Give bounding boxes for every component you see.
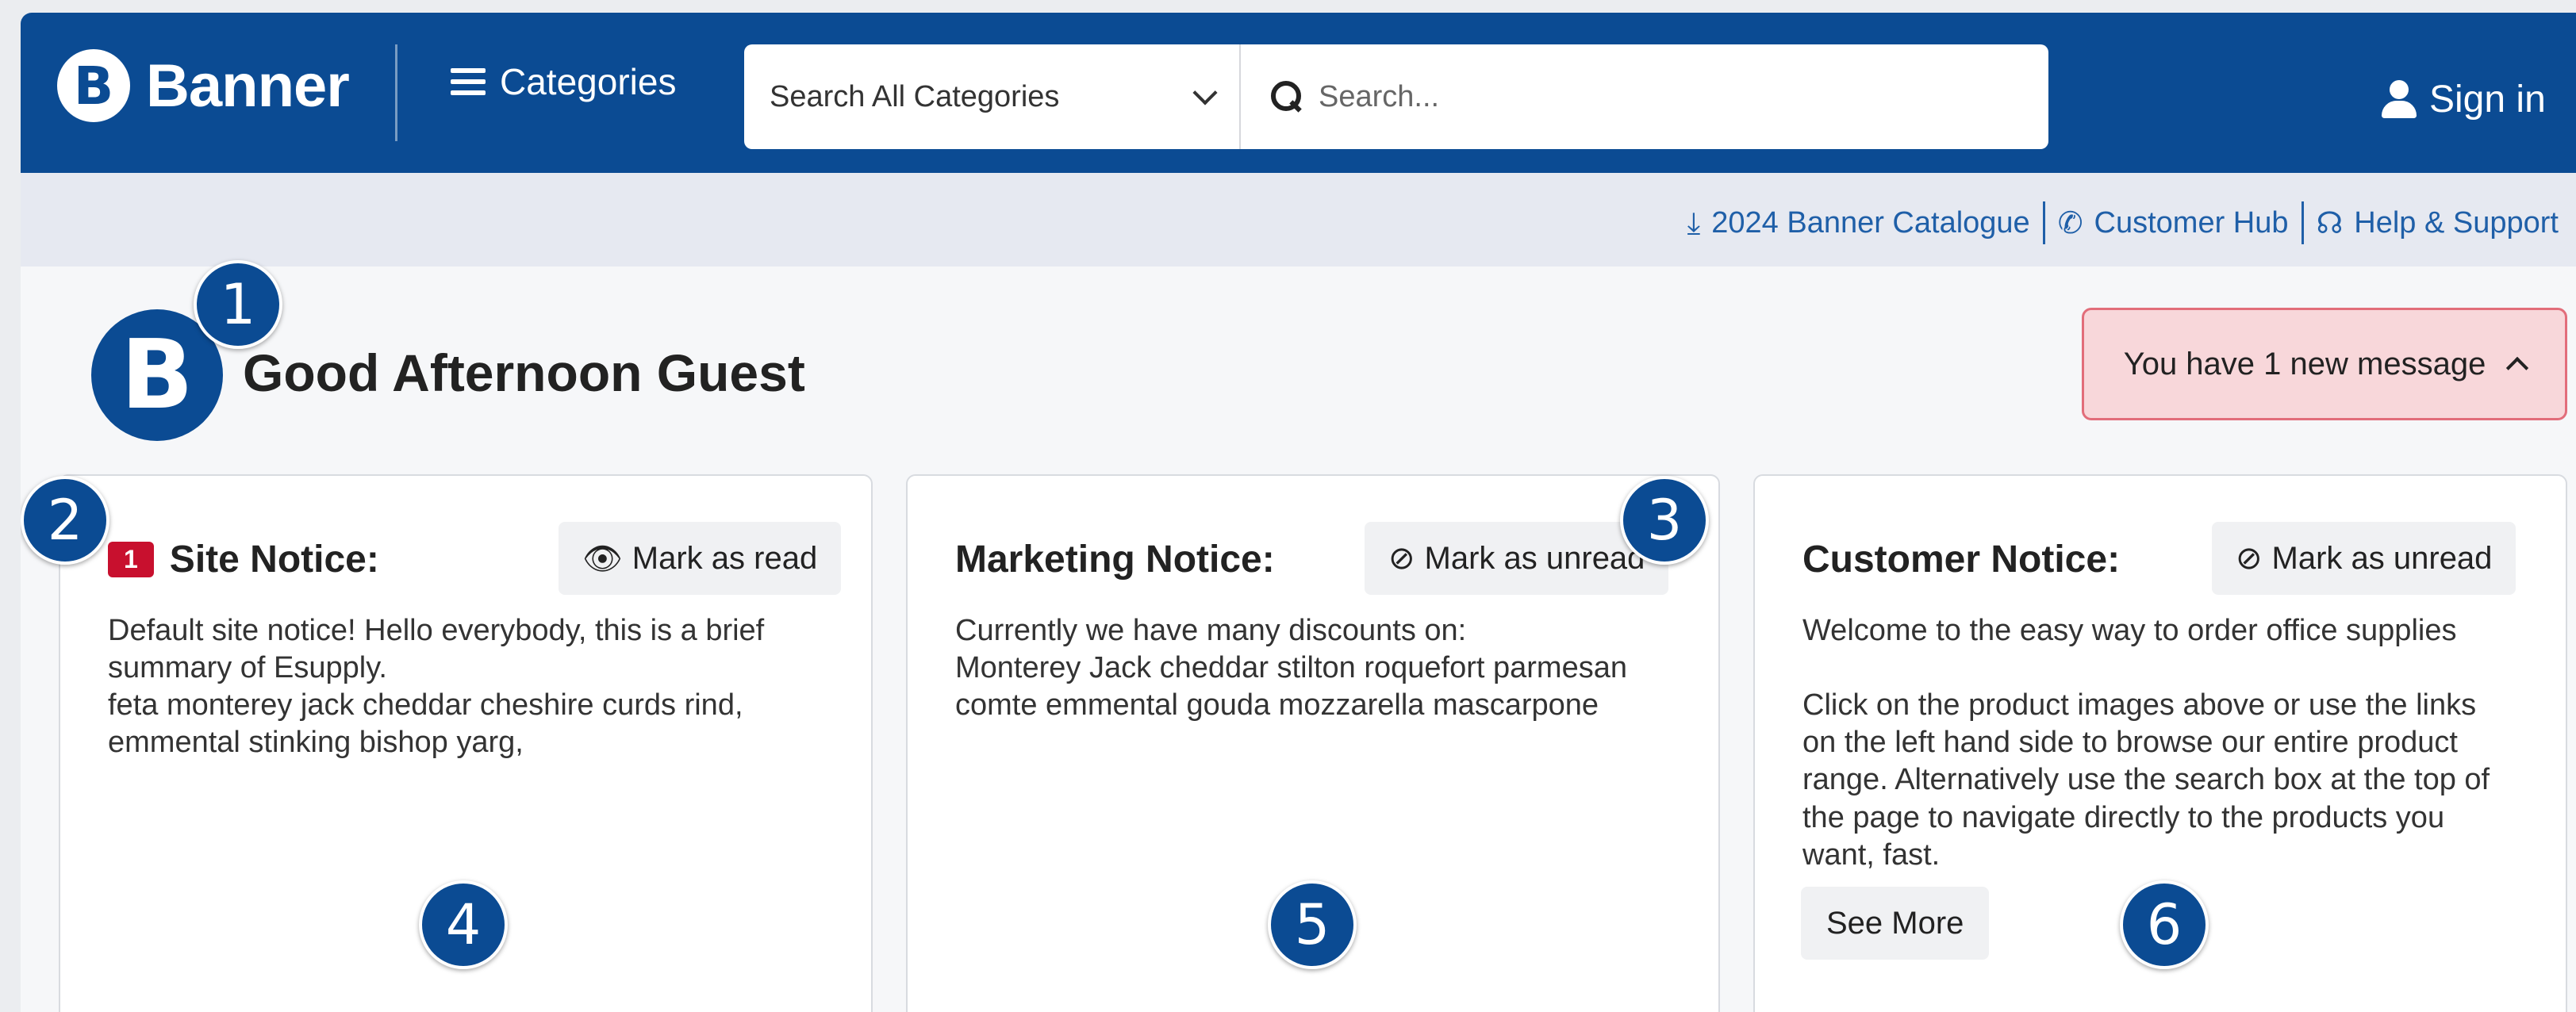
quicklink-catalogue[interactable]: ⤓ 2024 Banner Catalogue (1674, 205, 2042, 241)
header-divider (395, 44, 397, 141)
quick-links-bar: ⤓ 2024 Banner Catalogue ✆ Customer Hub ☊… (21, 173, 2576, 266)
chevron-up-icon (2506, 356, 2529, 380)
annotation-marker: 1 (194, 260, 282, 349)
brand-mark-icon: B (57, 49, 130, 122)
search-icon[interactable] (1271, 81, 1303, 113)
sign-in-label: Sign in (2429, 79, 2546, 121)
annotation-marker: 2 (21, 476, 109, 565)
search-input[interactable] (1319, 79, 1953, 114)
card-title-text: Site Notice: (169, 539, 379, 581)
annotation-marker: 3 (1620, 476, 1709, 565)
download-icon: ⤓ (1687, 205, 1701, 240)
search-bar: Search All Categories (744, 44, 2048, 149)
annotation-marker: 5 (1268, 880, 1357, 969)
categories-label: Categories (500, 61, 677, 102)
quicklink-customer-hub[interactable]: ✆ Customer Hub (2045, 205, 2302, 240)
new-message-toggle[interactable]: You have 1 new message (2082, 308, 2567, 420)
card-body: Default site notice! Hello everybody, th… (108, 614, 765, 760)
card-title: Marketing Notice: (955, 538, 1275, 581)
annotation-marker: 4 (419, 880, 508, 969)
hamburger-icon (451, 68, 486, 95)
headset-icon: ☊ (2316, 205, 2344, 240)
button-label: Mark as read (632, 540, 818, 576)
sign-in-link[interactable]: Sign in (2382, 78, 2546, 121)
eye-icon: 👁 (582, 540, 623, 577)
annotation-marker: 6 (2120, 880, 2209, 969)
eye-slash-icon: ⊘ (2236, 540, 2263, 577)
quicklink-label: Help & Support (2354, 205, 2559, 240)
brand-name: Banner (146, 52, 350, 120)
card-title: 1 Site Notice: (108, 538, 379, 581)
quicklink-label: Customer Hub (2094, 205, 2289, 240)
unread-count-badge: 1 (108, 542, 154, 577)
brand-logo[interactable]: B Banner (57, 49, 350, 122)
user-icon (2382, 79, 2417, 120)
card-title: Customer Notice: (1802, 538, 2120, 581)
search-field (1241, 44, 2048, 149)
card-title-text: Customer Notice: (1802, 539, 2121, 581)
mark-as-read-button[interactable]: 👁 Mark as read (559, 522, 842, 595)
chevron-down-icon (1192, 80, 1218, 105)
search-category-select[interactable]: Search All Categories (744, 44, 1241, 149)
button-label: Mark as unread (2271, 540, 2493, 576)
greeting-heading: Good Afternoon Guest (243, 343, 805, 402)
top-header: B Banner Categories Search All Categorie… (21, 13, 2576, 173)
phone-icon: ✆ (2057, 205, 2083, 240)
quick-links: ⤓ 2024 Banner Catalogue ✆ Customer Hub ☊… (1674, 201, 2571, 244)
message-alert-text: You have 1 new message (2123, 346, 2486, 381)
see-more-button[interactable]: See More (1801, 887, 1990, 960)
quicklink-label: 2024 Banner Catalogue (1711, 205, 2030, 240)
search-category-value: Search All Categories (770, 79, 1060, 113)
card-body: Currently we have many discounts on: Mon… (955, 614, 1627, 723)
mark-as-unread-button[interactable]: ⊘ Mark as unread (2212, 522, 2516, 595)
button-label: Mark as unread (1424, 540, 1645, 576)
card-body: Welcome to the easy way to order office … (1802, 614, 2490, 872)
quicklink-help-support[interactable]: ☊ Help & Support (2304, 205, 2571, 240)
eye-slash-icon: ⊘ (1388, 540, 1415, 577)
card-title-text: Marketing Notice: (955, 539, 1275, 581)
categories-menu-button[interactable]: Categories (451, 60, 676, 103)
app-frame: B Banner Categories Search All Categorie… (21, 13, 2576, 1012)
